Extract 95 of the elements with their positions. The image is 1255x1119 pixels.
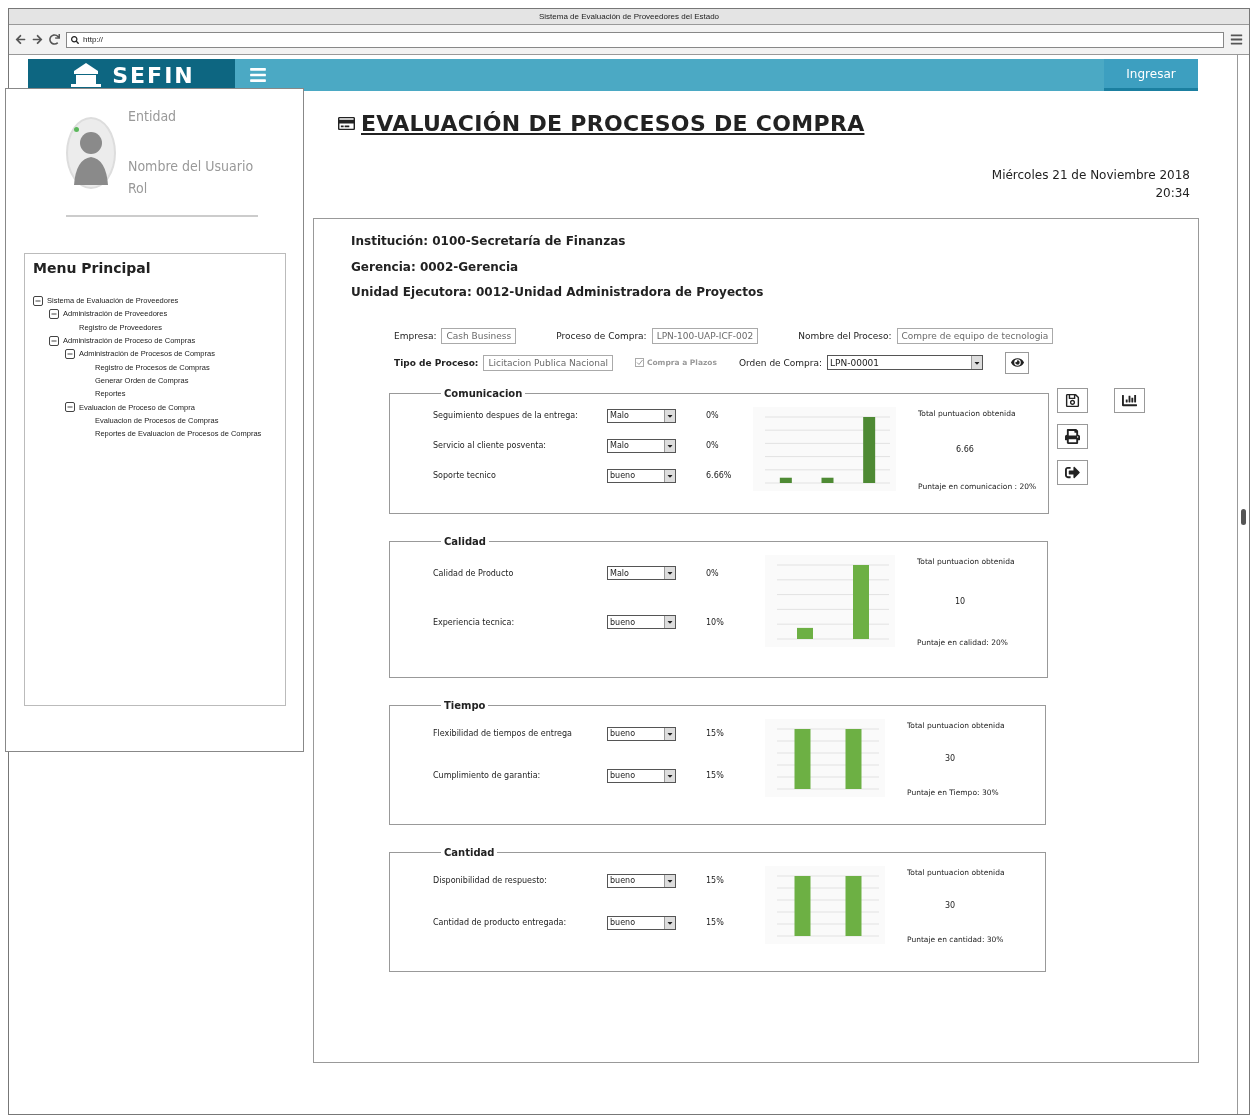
criterion-label: Flexibilidad de tiempos de entrega [433, 729, 573, 738]
text-field[interactable]: Licitacion Publica Nacional [483, 354, 613, 371]
chart-button[interactable] [1114, 387, 1145, 413]
info-line: Institución: 0100-Secretaría de Finanzas [351, 233, 627, 250]
collapse-icon[interactable] [49, 308, 59, 319]
exit-icon [1065, 464, 1080, 480]
caret-icon [664, 469, 675, 482]
address-field[interactable]: http:// [66, 31, 1224, 48]
collapse-icon[interactable] [65, 348, 75, 359]
caret-icon [664, 874, 675, 887]
rating-dropdown[interactable]: bueno [607, 768, 676, 783]
caret-icon [971, 356, 982, 369]
back-icon[interactable] [15, 34, 26, 45]
collapse-icon[interactable] [65, 402, 75, 412]
percent-text: 6.66% [706, 471, 732, 480]
card-icon [338, 115, 355, 132]
scrollbar[interactable] [1237, 55, 1249, 1114]
rating-dropdown[interactable]: bueno [607, 873, 676, 888]
chart-bar [863, 416, 876, 483]
percent-text: 10% [706, 617, 724, 627]
criterion-label: Experiencia tecnica: [433, 617, 516, 627]
percent-text: 15% [706, 729, 724, 738]
rating-dropdown[interactable]: bueno [607, 915, 676, 930]
user-name: Nombre del Usuario [128, 157, 254, 175]
rating-dropdown[interactable]: bueno [607, 615, 676, 629]
caret-icon [664, 439, 675, 452]
chart-bar [821, 477, 834, 483]
person-silhouette-icon [74, 132, 108, 185]
collapse-icon[interactable] [49, 335, 59, 346]
window-title: Sistema de Evaluación de Proveedores del Estado [9, 9, 1249, 25]
print-button[interactable] [1057, 423, 1088, 449]
user-role: Rol [128, 179, 149, 197]
collapse-icon[interactable] [33, 295, 43, 306]
exit-button[interactable] [1057, 459, 1088, 485]
rating-dropdown[interactable]: bueno [607, 726, 676, 741]
percent-text: 15% [706, 876, 724, 885]
field-label: Empresa: [394, 330, 437, 341]
criterion-label: Disponibilidad de respuesto: [433, 876, 548, 885]
percent-text: 0% [706, 411, 719, 420]
section-title: Calidad [443, 535, 487, 547]
forward-icon[interactable] [32, 34, 43, 45]
criterion-label: Cantidad de producto entregada: [433, 918, 568, 927]
caret-icon [664, 567, 675, 579]
criterion-label: Seguimiento despues de la entrega: [433, 411, 579, 420]
info-line: Gerencia: 0002-Gerencia [351, 258, 520, 276]
caret-icon [664, 616, 675, 628]
caret-icon [664, 727, 675, 740]
field-label: Nombre del Proceso: [798, 330, 892, 341]
time-text: 20:34 [1155, 185, 1190, 202]
text-field[interactable]: Compre de equipo de tecnologia [896, 327, 1054, 344]
field-label: Proceso de Compra: [556, 330, 647, 341]
dropdown[interactable]: LPN-00001 [827, 355, 983, 370]
text-field[interactable]: LPN-100-UAP-ICF-002 [651, 327, 759, 344]
field-label: Orden de Compra: [738, 357, 822, 368]
total-value: 6.66 [956, 445, 974, 454]
bar-chart-icon [1122, 392, 1137, 408]
rating-dropdown[interactable]: Malo [607, 438, 676, 453]
rating-dropdown[interactable]: bueno [607, 468, 676, 483]
caret-icon [664, 409, 675, 422]
save-icon [1065, 392, 1080, 408]
rating-dropdown[interactable]: Malo [607, 408, 676, 423]
eye-icon [1010, 356, 1024, 369]
view-button[interactable] [1005, 351, 1029, 374]
caret-icon [664, 916, 675, 929]
save-button[interactable] [1057, 387, 1088, 413]
percent-text: 0% [706, 441, 719, 450]
criterion-label: Calidad de Producto [433, 568, 515, 578]
section-title: Cantidad [443, 846, 496, 858]
percent-text: 15% [706, 918, 724, 927]
date-text: Miércoles 21 de Noviembre 2018 [991, 167, 1190, 184]
search-icon [71, 35, 79, 44]
total-value: 30 [945, 901, 956, 910]
field-label: Tipo de Proceso: [394, 357, 479, 368]
reload-icon[interactable] [49, 34, 60, 45]
percent-text: 15% [706, 771, 724, 780]
percent-text: 0% [706, 568, 719, 578]
rating-dropdown[interactable]: Malo [607, 566, 676, 580]
chart-bar [779, 477, 792, 483]
menu-title: Menu Principal [33, 260, 152, 276]
caret-icon [664, 769, 675, 782]
text-field[interactable]: Cash Business [441, 327, 517, 344]
total-value: 30 [945, 754, 956, 763]
page-title: EVALUACIÓN DE PROCESOS DE COMPRA [361, 111, 865, 136]
criterion-label: Servicio al cliente posventa: [433, 441, 547, 450]
criterion-label: Soporte tecnico [433, 471, 497, 480]
section-title: Tiempo [443, 699, 487, 711]
logo-text: SEFIN [112, 62, 195, 88]
total-value: 10 [955, 597, 966, 606]
menu-icon[interactable] [1230, 33, 1243, 46]
entity-name: Entidad [128, 107, 178, 125]
info-line: Unidad Ejecutora: 0012-Unidad Administradora de Proyectos [351, 284, 765, 301]
criterion-label: Cumplimiento de garantia: [433, 771, 542, 780]
section-title: Comunicacion [443, 387, 524, 399]
chart-bar [797, 627, 813, 639]
printer-icon [1065, 428, 1080, 444]
